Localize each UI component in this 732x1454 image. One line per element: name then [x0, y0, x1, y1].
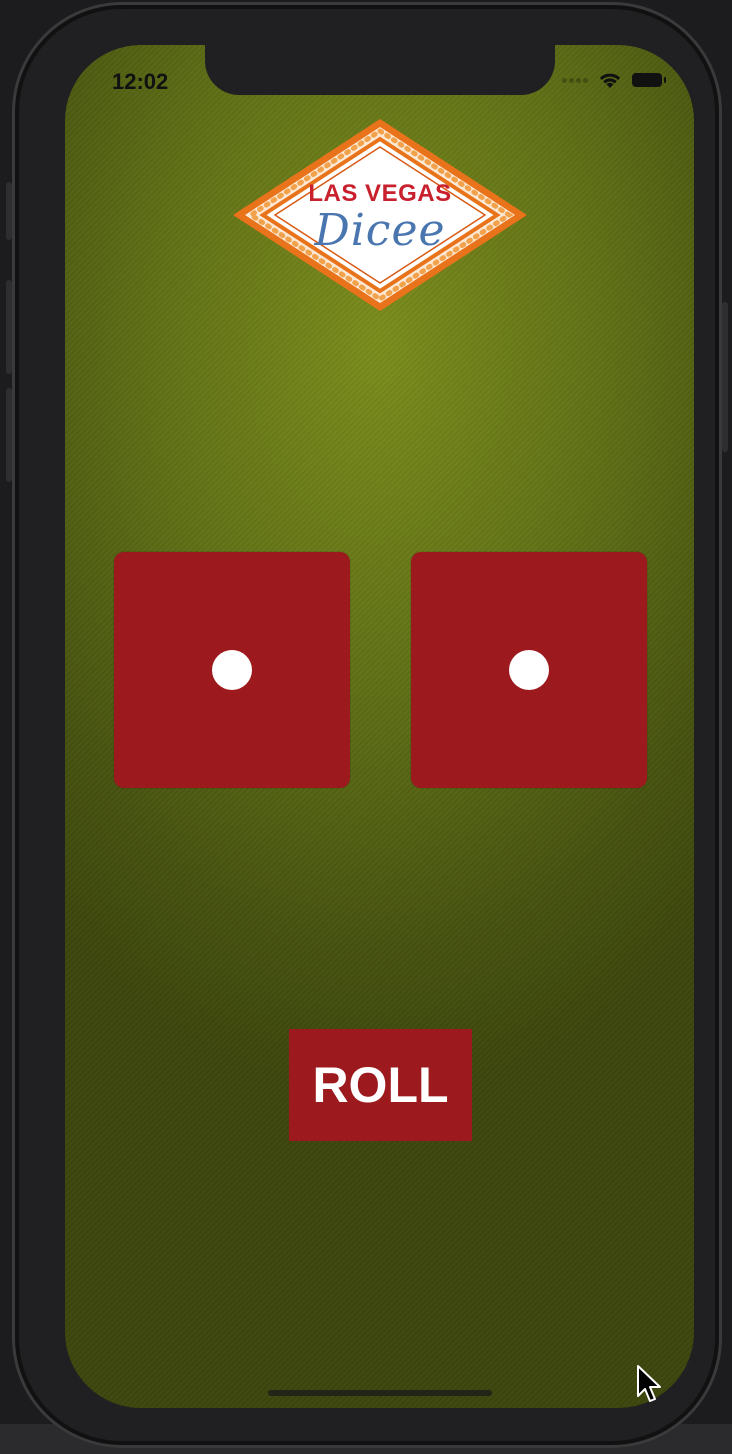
- cellular-signal-icon: [562, 77, 588, 83]
- status-icons: [562, 71, 666, 89]
- battery-icon: [632, 73, 666, 87]
- volume-down-button: [6, 388, 12, 482]
- right-die: [411, 552, 647, 788]
- volume-up-button: [6, 280, 12, 374]
- wifi-icon: [599, 73, 621, 88]
- power-button: [722, 302, 728, 452]
- las-vegas-dicee-logo: LAS VEGAS Dicee: [231, 117, 529, 313]
- roll-button[interactable]: ROLL: [289, 1029, 472, 1141]
- logo-title-dicee: Dicee: [314, 205, 446, 256]
- left-die: [114, 552, 350, 788]
- status-time: 12:02: [112, 69, 169, 94]
- mute-switch: [6, 182, 12, 240]
- iphone-frame: 12:02 LAS VEGAS Dicee ROLL: [6, 2, 728, 1448]
- die-pip: [212, 650, 252, 690]
- app-screen: 12:02 LAS VEGAS Dicee ROLL: [65, 45, 694, 1408]
- mouse-pointer-icon: [637, 1365, 661, 1402]
- home-indicator[interactable]: [268, 1390, 492, 1396]
- die-pip: [509, 650, 549, 690]
- logo-title-las-vegas: LAS VEGAS: [308, 180, 452, 207]
- notch: [205, 45, 555, 95]
